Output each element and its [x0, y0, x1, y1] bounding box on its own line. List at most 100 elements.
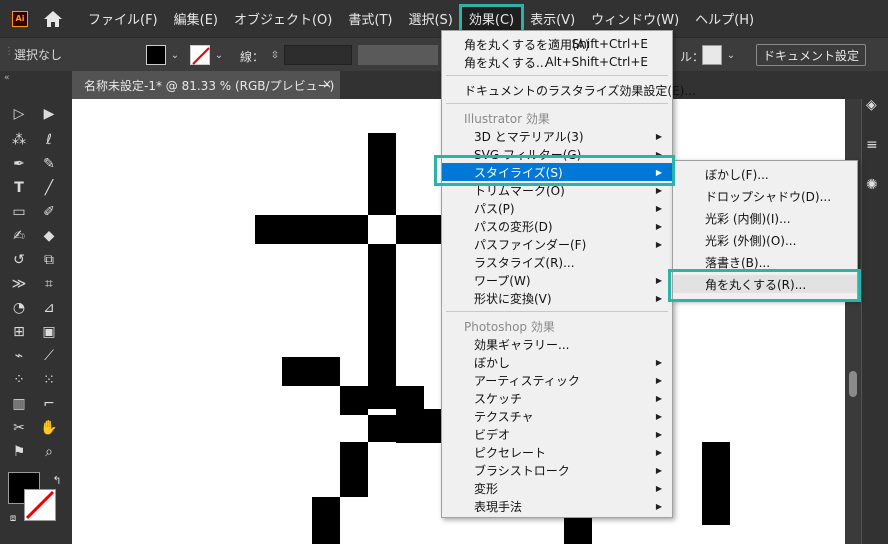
menu-item-distort[interactable]: 変形 ▶	[442, 479, 672, 497]
layers-icon[interactable]: ◈	[866, 97, 884, 115]
perspective-grid-icon[interactable]: ⊿	[38, 297, 60, 319]
chevron-down-icon[interactable]: ⌄	[724, 46, 738, 64]
artwork-block[interactable]	[255, 215, 368, 244]
menu-item-stylize-ps[interactable]: 表現手法 ▶	[442, 497, 672, 515]
menu-item-apply-last-effect[interactable]: 角を丸くするを適用(A) Shift+Ctrl+E	[442, 35, 672, 53]
measure-icon[interactable]: ⟋	[38, 345, 60, 367]
artwork-block[interactable]	[368, 133, 396, 215]
scale-tool-icon[interactable]: ⧉	[38, 249, 60, 271]
document-tab[interactable]: 名称未設定-1* @ 81.33 % (RGB/プレビュー) ×	[72, 71, 340, 99]
blend-tool-icon[interactable]: ⁘	[8, 369, 30, 391]
artwork-block[interactable]	[564, 517, 592, 544]
artwork-block[interactable]	[368, 244, 396, 409]
document-settings-button[interactable]: ドキュメント設定	[756, 44, 866, 66]
scroll-thumb[interactable]	[849, 371, 857, 397]
submenu-item-outer-glow[interactable]: 光彩 (外側)(O)...	[673, 231, 857, 249]
photoshop-effects-header: Photoshop 効果	[464, 319, 555, 334]
line-tool-icon[interactable]: ╱	[38, 177, 60, 199]
submenu-item-feather[interactable]: ぼかし(F)...	[673, 165, 857, 183]
artwork-block[interactable]	[282, 357, 340, 386]
menu-object[interactable]: オブジェクト(O)	[226, 6, 340, 32]
menu-effect[interactable]: 効果(C)	[458, 3, 525, 34]
stroke-weight-field[interactable]	[284, 45, 352, 65]
menu-item-pathfinder[interactable]: パスファインダー(F) ▶	[442, 235, 672, 253]
chevron-down-icon[interactable]: ⌄	[168, 46, 182, 64]
paintbrush-icon[interactable]: ✐	[38, 201, 60, 223]
eyedropper-icon[interactable]: ⌁	[8, 345, 30, 367]
style-swatch[interactable]	[702, 45, 722, 65]
curvature-tool-icon[interactable]: ✎	[38, 153, 60, 175]
artwork-block[interactable]	[368, 415, 396, 442]
menu-item-texture[interactable]: テクスチャ ▶	[442, 407, 672, 425]
stroke-color-swatch[interactable]	[190, 45, 210, 65]
properties-icon[interactable]: ≡	[866, 137, 884, 155]
menu-item-3d-materials[interactable]: 3D とマテリアル(3) ▶	[442, 127, 672, 145]
hand-tool-icon[interactable]: ✋	[38, 417, 60, 439]
magic-wand-icon[interactable]: ⁂	[8, 129, 30, 151]
menu-item-last-effect[interactable]: 角を丸くする... Alt+Shift+Ctrl+E	[442, 53, 672, 71]
puppet-warp-icon[interactable]: ⚑	[8, 441, 30, 463]
submenu-arrow-icon: ▶	[655, 357, 662, 367]
free-transform-icon[interactable]: ⌗	[38, 273, 60, 295]
fill-color-swatch[interactable]	[146, 45, 166, 65]
width-tool-icon[interactable]: ≫	[8, 273, 30, 295]
eraser-icon[interactable]: ◆	[38, 225, 60, 247]
menu-item-convert-to-shape[interactable]: 形状に変換(V) ▶	[442, 289, 672, 307]
menu-item-distort-transform[interactable]: パスの変形(D) ▶	[442, 217, 672, 235]
variable-width-profile[interactable]	[358, 45, 438, 65]
menu-view[interactable]: 表示(V)	[522, 6, 583, 32]
appearance-icon[interactable]: ✺	[866, 177, 884, 195]
slice-tool-icon[interactable]: ✂	[8, 417, 30, 439]
rectangle-tool-icon[interactable]: ▭	[8, 201, 30, 223]
zoom-tool-icon[interactable]: ⌕	[38, 441, 60, 463]
menu-item-effect-gallery[interactable]: 効果ギャラリー...	[442, 335, 672, 353]
menu-help[interactable]: ヘルプ(H)	[687, 6, 762, 32]
artwork-block[interactable]	[424, 409, 442, 443]
menu-edit[interactable]: 編集(E)	[166, 6, 226, 32]
artwork-block[interactable]	[340, 442, 368, 497]
menu-item-rasterize[interactable]: ラスタライズ(R)...	[442, 253, 672, 271]
stroke-color-icon[interactable]	[24, 489, 56, 521]
artwork-block[interactable]	[396, 386, 424, 415]
menu-item-pixelate[interactable]: ピクセレート ▶	[442, 443, 672, 461]
home-icon[interactable]	[42, 9, 64, 29]
menu-item-brush-strokes[interactable]: ブラシストローク ▶	[442, 461, 672, 479]
artwork-block[interactable]	[312, 497, 340, 544]
artwork-block[interactable]	[396, 415, 424, 443]
menu-file[interactable]: ファイル(F)	[80, 6, 166, 32]
graph-tool-icon[interactable]: ▥	[8, 393, 30, 415]
chevron-down-icon[interactable]: ⌄	[212, 46, 226, 64]
rotate-tool-icon[interactable]: ↺	[8, 249, 30, 271]
menu-window[interactable]: ウィンドウ(W)	[583, 6, 687, 32]
type-tool-icon[interactable]: T	[8, 177, 30, 199]
menu-item-raster-settings[interactable]: ドキュメントのラスタライズ効果設定(E)...	[442, 81, 696, 99]
shape-builder-icon[interactable]: ◔	[8, 297, 30, 319]
opacity-label: ル：	[680, 50, 705, 64]
symbol-sprayer-icon[interactable]: ⁙	[38, 369, 60, 391]
artwork-block[interactable]	[340, 386, 368, 415]
menu-item-artistic[interactable]: アーティスティック ▶	[442, 371, 672, 389]
menu-item-blur[interactable]: ぼかし ▶	[442, 353, 672, 371]
submenu-item-drop-shadow[interactable]: ドロップシャドウ(D)...	[673, 187, 857, 205]
direct-selection-tool-icon[interactable]: ▶	[38, 103, 60, 125]
stepper-icon[interactable]: ⇳	[268, 46, 282, 64]
lasso-icon[interactable]: ℓ	[38, 129, 60, 151]
artboard-tool-icon[interactable]: ⌐	[38, 393, 60, 415]
menu-select[interactable]: 選択(S)	[400, 6, 460, 32]
close-icon[interactable]: ×	[322, 77, 332, 91]
swap-colors-icon[interactable]: ↰	[46, 469, 68, 491]
artwork-block[interactable]	[702, 442, 730, 525]
menu-item-sketch[interactable]: スケッチ ▶	[442, 389, 672, 407]
pen-tool-icon[interactable]: ✒	[8, 153, 30, 175]
mesh-tool-icon[interactable]: ⊞	[8, 321, 30, 343]
gradient-tool-icon[interactable]: ▣	[38, 321, 60, 343]
menu-item-warp[interactable]: ワープ(W) ▶	[442, 271, 672, 289]
menu-item-video[interactable]: ビデオ ▶	[442, 425, 672, 443]
shaper-tool-icon[interactable]: ✍	[8, 225, 30, 247]
submenu-item-inner-glow[interactable]: 光彩 (内側)(I)...	[673, 209, 857, 227]
collapse-panel-icon[interactable]: «	[4, 73, 10, 83]
default-colors-icon[interactable]: ⧈	[2, 507, 24, 529]
selection-tool-icon[interactable]: ▷	[8, 103, 30, 125]
menu-item-path[interactable]: パス(P) ▶	[442, 199, 672, 217]
menu-type[interactable]: 書式(T)	[340, 6, 400, 32]
